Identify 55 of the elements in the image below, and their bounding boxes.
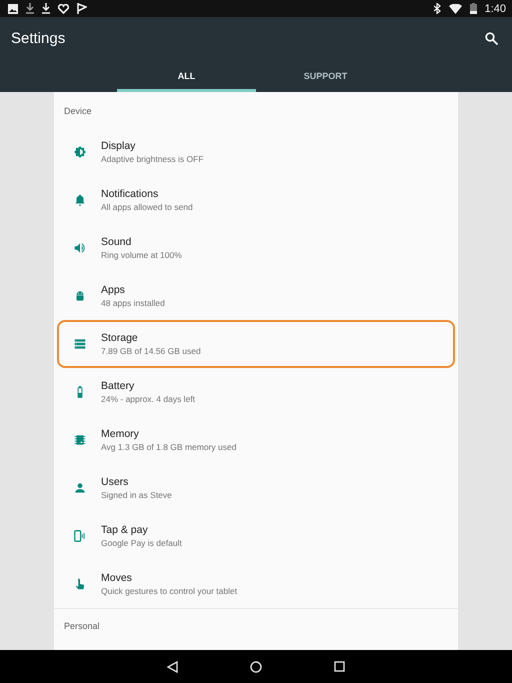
back-icon[interactable]	[167, 660, 178, 672]
item-title: Storage	[101, 332, 139, 344]
item-subtitle: Avg 1.3 GB of 1.8 GB memory used	[101, 442, 236, 452]
settings-item[interactable]: Display Adaptive brightness is OFF	[57, 128, 455, 176]
search-icon[interactable]	[485, 32, 498, 45]
item-subtitle: 24% - approx. 4 days left	[101, 394, 196, 404]
settings-item[interactable]: Users Signed in as Steve	[57, 464, 455, 512]
item-subtitle: Ring volume at 100%	[101, 250, 182, 260]
download-icon	[26, 3, 34, 14]
settings-item[interactable]: Moves Quick gestures to control your tablet	[57, 560, 455, 608]
settings-item[interactable]: Notifications All apps allowed to send	[57, 176, 455, 224]
item-subtitle: Adaptive brightness is OFF	[101, 154, 204, 164]
item-title: Moves	[101, 572, 133, 584]
bluetooth-icon	[434, 3, 441, 14]
settings-item[interactable]: Storage 7.89 GB of 14.56 GB used	[57, 320, 455, 368]
item-title: Memory	[101, 428, 140, 440]
item-title: Apps	[101, 284, 126, 296]
item-title: Tap & pay	[101, 524, 149, 536]
download-icon	[42, 3, 50, 14]
chip-icon	[73, 433, 87, 447]
phone-icon	[73, 529, 87, 543]
person-icon	[73, 481, 87, 495]
item-title: Battery	[101, 380, 136, 392]
item-title: Display	[101, 140, 136, 152]
wifi-icon	[448, 4, 462, 14]
storage-icon	[73, 337, 87, 351]
app-title: Settings	[11, 30, 66, 47]
speaker-icon	[73, 241, 87, 255]
item-subtitle: Signed in as Steve	[101, 490, 172, 500]
home-icon[interactable]	[250, 660, 262, 672]
settings-item[interactable]: Memory Avg 1.3 GB of 1.8 GB memory used	[57, 416, 455, 464]
battery-icon	[470, 3, 477, 14]
item-title: Notifications	[101, 188, 160, 200]
hand-icon	[73, 577, 87, 591]
settings-item[interactable]: Tap & pay Google Pay is default	[57, 512, 455, 560]
item-subtitle: 48 apps installed	[101, 298, 165, 308]
heart-icon	[58, 4, 69, 14]
settings-item[interactable]: Apps 48 apps installed	[57, 272, 455, 320]
bell-icon	[73, 193, 87, 207]
recents-icon[interactable]	[334, 661, 345, 672]
item-subtitle: All apps allowed to send	[101, 202, 193, 212]
tab[interactable]: SUPPORT	[256, 60, 395, 92]
item-subtitle: Google Pay is default	[101, 538, 182, 548]
flag-icon	[77, 3, 87, 14]
settings-item[interactable]: Battery 24% - approx. 4 days left	[57, 368, 455, 416]
item-title: Users	[101, 476, 130, 488]
item-title: Sound	[101, 236, 132, 248]
item-subtitle: 7.89 GB of 14.56 GB used	[101, 346, 201, 356]
settings-item[interactable]: Sound Ring volume at 100%	[57, 224, 455, 272]
display-icon	[73, 145, 87, 159]
section-header: Device	[63, 105, 93, 118]
image-icon	[8, 4, 18, 14]
item-subtitle: Quick gestures to control your tablet	[101, 586, 238, 596]
clock-time: 1:40	[484, 2, 506, 14]
section-header: Personal	[63, 620, 101, 633]
